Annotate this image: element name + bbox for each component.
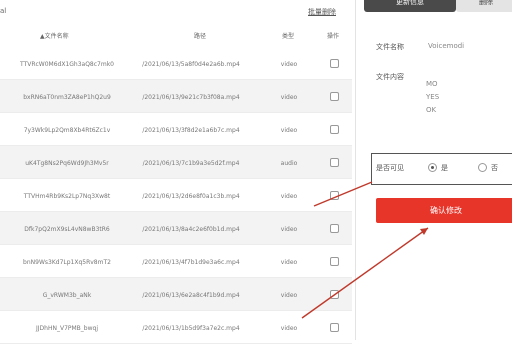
- annotation-arrows: [301, 181, 429, 319]
- arrow-head-icon: [420, 228, 428, 235]
- arrow-line: [313, 181, 373, 207]
- arrow-line: [301, 227, 429, 319]
